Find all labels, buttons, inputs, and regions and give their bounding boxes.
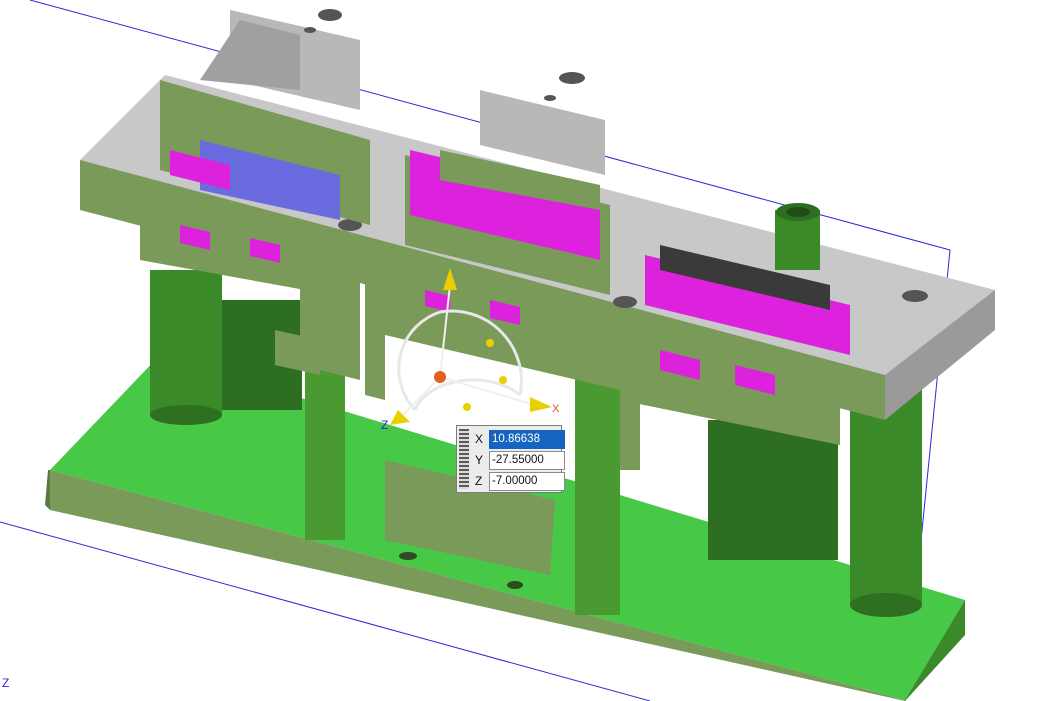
coordinate-entry-panel: X 10.86638 Y -27.55000 Z -7.00000 [456,425,565,493]
x-coordinate-label: X [475,432,484,446]
origin-ball-icon[interactable] [434,371,446,383]
y-coordinate-field[interactable]: -27.55000 [489,451,565,470]
y-coordinate-label: Y [475,453,484,467]
z-coordinate-row: Z -7.00000 [473,472,565,491]
fixture-model[interactable] [0,0,1051,701]
x-axis-handle-icon[interactable] [530,397,552,412]
y-coordinate-row: Y -27.55000 [473,451,565,470]
panel-grip-handle[interactable] [459,429,469,489]
x-coordinate-field[interactable]: 10.86638 [489,430,565,449]
z-coordinate-label: Z [475,474,483,488]
z-axis-label: Z [381,418,389,432]
corner-triad-z-label: Z [2,676,10,690]
z-coordinate-field[interactable]: -7.00000 [489,472,565,491]
x-axis-label: X [552,403,560,415]
3d-viewport[interactable]: Z X Z [0,0,1051,701]
x-coordinate-row: X 10.86638 [473,430,565,449]
